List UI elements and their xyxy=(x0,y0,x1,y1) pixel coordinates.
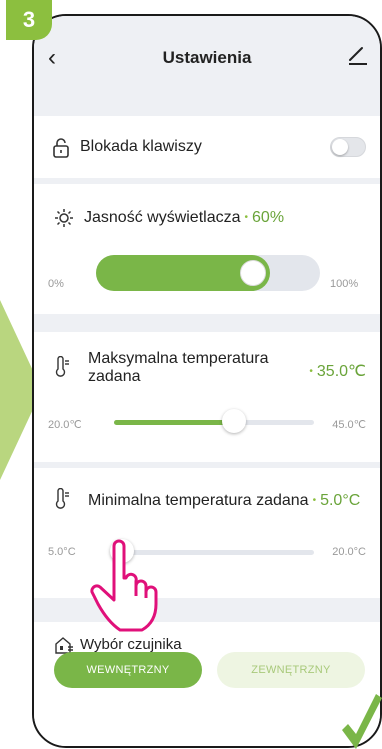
edit-icon[interactable] xyxy=(346,42,370,66)
min-temp-value: 5.0°C xyxy=(320,492,361,509)
max-temp-label-line2: zadana xyxy=(88,368,141,385)
step-badge: 3 xyxy=(6,0,52,40)
thermometer-icon xyxy=(55,488,69,509)
phone-frame: ‹ Ustawienia Blokada klawiszy Jasność wy… xyxy=(32,14,382,748)
max-temp-label: Maksymalna temperatura zadana xyxy=(88,350,269,386)
toggle-knob xyxy=(332,139,348,155)
min-temp-label: Minimalna temperatura zadana • 5.0°C xyxy=(88,492,360,510)
brightness-icon xyxy=(55,209,73,227)
separator-dot: • xyxy=(312,495,317,507)
header: ‹ Ustawienia xyxy=(34,16,380,86)
checkmark-icon xyxy=(342,694,382,749)
min-temp-label-text: Minimalna temperatura zadana xyxy=(88,492,309,509)
thermometer-icon xyxy=(55,356,69,377)
min-temp-card: Minimalna temperatura zadana • 5.0°C 5.0°C… xyxy=(34,468,380,598)
sensor-internal-button[interactable]: WEWNĘTRZNY xyxy=(54,652,202,688)
page-title: Ustawienia xyxy=(162,48,252,67)
padlock-icon xyxy=(53,138,69,158)
max-temp-label-line1: Maksymalna temperatura xyxy=(88,350,269,367)
brightness-max-label: 100% xyxy=(330,278,359,290)
brightness-value: 60% xyxy=(252,209,285,226)
sensor-label: Wybór czujnika xyxy=(80,636,182,653)
brightness-min-label: 0% xyxy=(48,278,64,290)
brightness-label-text: Jasność wyświetlacza xyxy=(84,209,241,226)
separator-dot: • xyxy=(244,212,249,224)
key-lock-row: Blokada klawiszy xyxy=(34,116,380,178)
key-lock-toggle[interactable] xyxy=(330,137,366,157)
max-temp-slider-thumb[interactable] xyxy=(222,409,246,433)
key-lock-label: Blokada klawiszy xyxy=(80,138,202,155)
max-temp-min-label: 20.0℃ xyxy=(48,419,82,431)
sensor-external-button[interactable]: ZEWNĘTRZNY xyxy=(217,652,365,688)
max-temp-value-text: 35.0℃ xyxy=(316,363,366,380)
max-temp-slider[interactable] xyxy=(114,409,314,433)
brightness-slider-thumb[interactable] xyxy=(240,260,266,286)
max-temp-max-label: 45.0℃ xyxy=(332,419,366,431)
pointing-hand-icon xyxy=(90,539,158,632)
max-temp-slider-fill xyxy=(114,420,234,425)
max-temp-value: • 35.0℃ xyxy=(305,361,366,381)
separator-dot: • xyxy=(309,366,313,378)
min-temp-max-label: 20.0°C xyxy=(332,546,366,558)
brightness-card: Jasność wyświetlacza • 60% xyxy=(34,184,380,314)
max-temp-card: Maksymalna temperatura zadana • 35.0℃ 20.… xyxy=(34,332,380,462)
brightness-slider[interactable] xyxy=(96,255,320,291)
min-temp-min-label: 5.0°C xyxy=(48,546,76,558)
brightness-label: Jasność wyświetlacza • 60% xyxy=(84,209,284,227)
